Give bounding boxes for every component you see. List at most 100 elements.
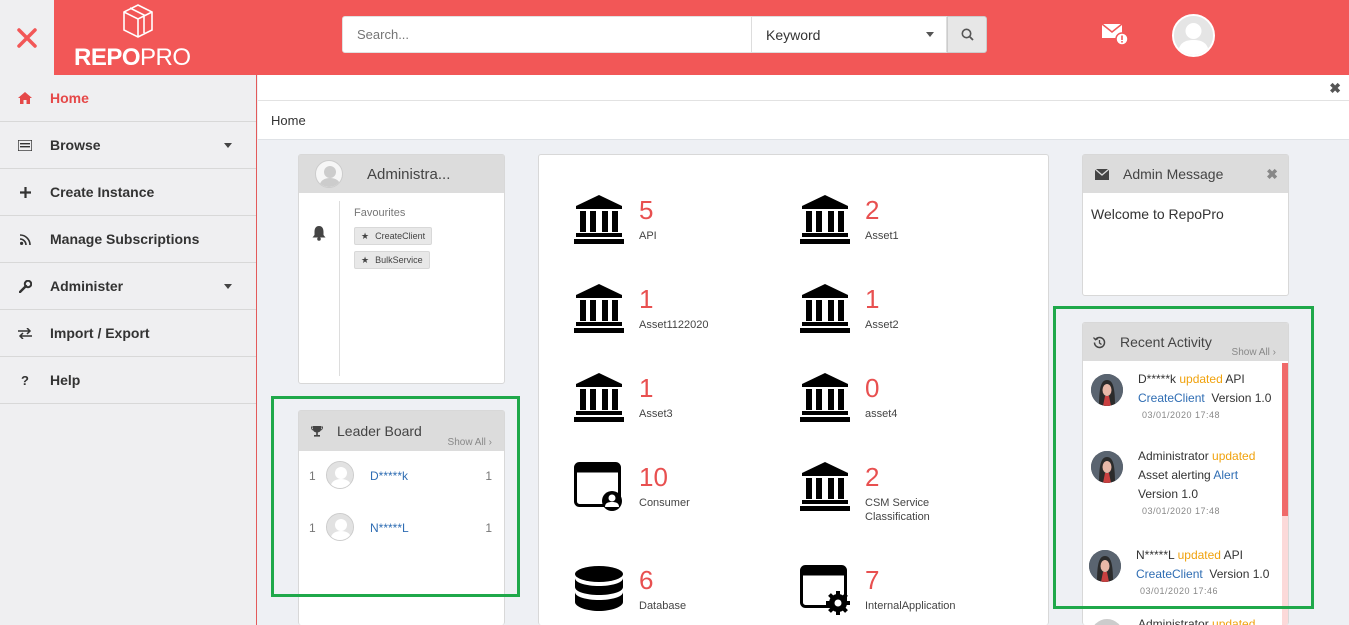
avatar (1091, 619, 1123, 625)
bank-icon (800, 462, 850, 511)
user-avatar[interactable] (1172, 14, 1215, 57)
recent-activity-title: Recent Activity (1120, 334, 1212, 350)
bank-icon (574, 284, 624, 333)
show-all-link[interactable]: Show All › (448, 437, 492, 448)
stat-database[interactable]: 6 Database (574, 565, 774, 625)
profile-name: Administra... (367, 165, 451, 183)
leader-board-row: 1 N*****L 1 (299, 513, 504, 543)
score: 1 (485, 521, 492, 535)
profile-panel: Administra... Favourites ★ CreateClient … (298, 154, 505, 384)
sidebar-item-browse[interactable]: Browse (0, 122, 256, 169)
rank: 1 (309, 521, 316, 535)
activity-link[interactable]: CreateClient (1138, 391, 1205, 405)
content-toolbar: ✖ (258, 75, 1349, 101)
avatar (326, 461, 354, 489)
activity-user: N*****L (1136, 548, 1175, 562)
search-input[interactable] (342, 16, 752, 53)
avatar (1091, 451, 1123, 483)
activity-action: updated (1212, 617, 1256, 625)
breadcrumb-home[interactable]: Home (271, 113, 306, 128)
sidebar: Home Browse Create Instance Manage Subsc… (0, 75, 257, 625)
user-name-link[interactable]: D*****k (370, 469, 408, 483)
close-icon[interactable]: ✖ (1329, 80, 1341, 97)
activity-action: updated (1212, 449, 1256, 463)
stat-csm-service-classification[interactable]: 2 CSM Service Classification (800, 462, 1000, 532)
home-icon (0, 92, 50, 104)
user-silhouette-icon (327, 514, 353, 540)
close-icon (17, 27, 37, 48)
stat-count: 1 (639, 373, 654, 403)
bank-icon (574, 373, 624, 422)
search-type-select[interactable]: Keyword (751, 16, 947, 53)
sidebar-item-create-instance[interactable]: Create Instance (0, 169, 256, 216)
stat-label: asset4 (865, 408, 898, 420)
activity-link[interactable]: Alert (1213, 468, 1238, 482)
rss-icon (0, 233, 50, 245)
stat-count: 6 (639, 565, 654, 595)
star-icon: ★ (361, 254, 370, 265)
activity-version: Version 1.0 (1211, 391, 1272, 405)
show-all-link[interactable]: Show All › (1232, 347, 1276, 358)
leader-board-title: Leader Board (337, 423, 422, 439)
admin-message-button[interactable] (1101, 22, 1130, 51)
user-photo-icon (1091, 374, 1123, 406)
top-bar: REPOPRO Keyword (0, 0, 1349, 75)
activity-link[interactable]: CreateClient (1136, 567, 1203, 581)
repopro-logo[interactable]: REPOPRO (74, 0, 204, 75)
stat-label: CSM Service Classification (865, 497, 930, 523)
activity-user: Administrator (1138, 449, 1209, 463)
favourite-tag[interactable]: ★ BulkService (354, 251, 430, 269)
sidebar-item-administer[interactable]: Administer (0, 263, 256, 310)
user-name-link[interactable]: N*****L (370, 521, 409, 535)
stat-label: API (639, 230, 657, 242)
stat-count: 2 (865, 462, 880, 492)
sidebar-item-manage-subscriptions[interactable]: Manage Subscriptions (0, 216, 256, 263)
activity-date: 03/01/2020 17:46 (1140, 586, 1219, 596)
stat-asset4[interactable]: 0 asset4 (800, 373, 1000, 443)
stat-consumer[interactable]: 10 Consumer (574, 462, 774, 532)
sidebar-item-import-export[interactable]: Import / Export (0, 310, 256, 357)
stat-asset3[interactable]: 1 Asset3 (574, 373, 774, 443)
sidebar-item-help[interactable]: ? Help (0, 357, 256, 404)
activity-text: N*****L updated API CreateClient Version… (1136, 546, 1281, 598)
plus-icon (0, 186, 50, 198)
stat-count: 5 (639, 195, 654, 225)
sidebar-item-home[interactable]: Home (0, 75, 256, 122)
stat-asset1[interactable]: 2 Asset1 (800, 195, 1000, 265)
stat-asset2[interactable]: 1 Asset2 (800, 284, 1000, 354)
show-all-label: Show All (1231, 347, 1270, 358)
activity-user: Administrator (1138, 617, 1209, 625)
asset-stats-panel: 5 API 2 Asset1 1 Asset1122020 1 Asset2 1… (538, 154, 1049, 625)
scrollbar-thumb[interactable] (1282, 363, 1288, 516)
mail-alert-icon (1101, 23, 1129, 46)
user-silhouette-icon (319, 166, 341, 187)
caret-down-icon (224, 284, 232, 289)
activity-text: Administrator updated Asset alerting Ale… (1138, 447, 1283, 518)
envelope-icon (1095, 168, 1109, 180)
stat-api[interactable]: 5 API (574, 195, 774, 265)
activity-text: Administrator updated (1138, 615, 1283, 625)
stat-internal-application[interactable]: 7 InternalApplication (800, 565, 1000, 625)
score: 1 (485, 469, 492, 483)
activity-date: 03/01/2020 17:48 (1142, 506, 1221, 516)
avatar (326, 513, 354, 541)
admin-message-title: Admin Message (1123, 166, 1224, 182)
search-button[interactable] (947, 16, 987, 53)
bank-icon (800, 284, 850, 333)
search-icon (961, 28, 974, 41)
close-icon[interactable]: ✖ (1266, 166, 1278, 183)
star-icon: ★ (361, 230, 370, 241)
profile-avatar[interactable] (315, 160, 343, 188)
rank: 1 (309, 469, 316, 483)
close-menu-button[interactable] (0, 0, 54, 75)
admin-message-panel: Admin Message ✖ Welcome to RepoPro (1082, 154, 1289, 296)
bank-icon (800, 373, 850, 422)
stat-label: Database (639, 600, 687, 612)
activity-action: updated (1179, 372, 1223, 386)
user-silhouette-icon (1174, 16, 1213, 55)
stat-count: 1 (639, 284, 654, 314)
bank-icon (800, 195, 850, 244)
stat-asset1122020[interactable]: 1 Asset1122020 (574, 284, 774, 354)
user-photo-icon (1089, 550, 1121, 582)
favourite-tag[interactable]: ★ CreateClient (354, 227, 433, 245)
